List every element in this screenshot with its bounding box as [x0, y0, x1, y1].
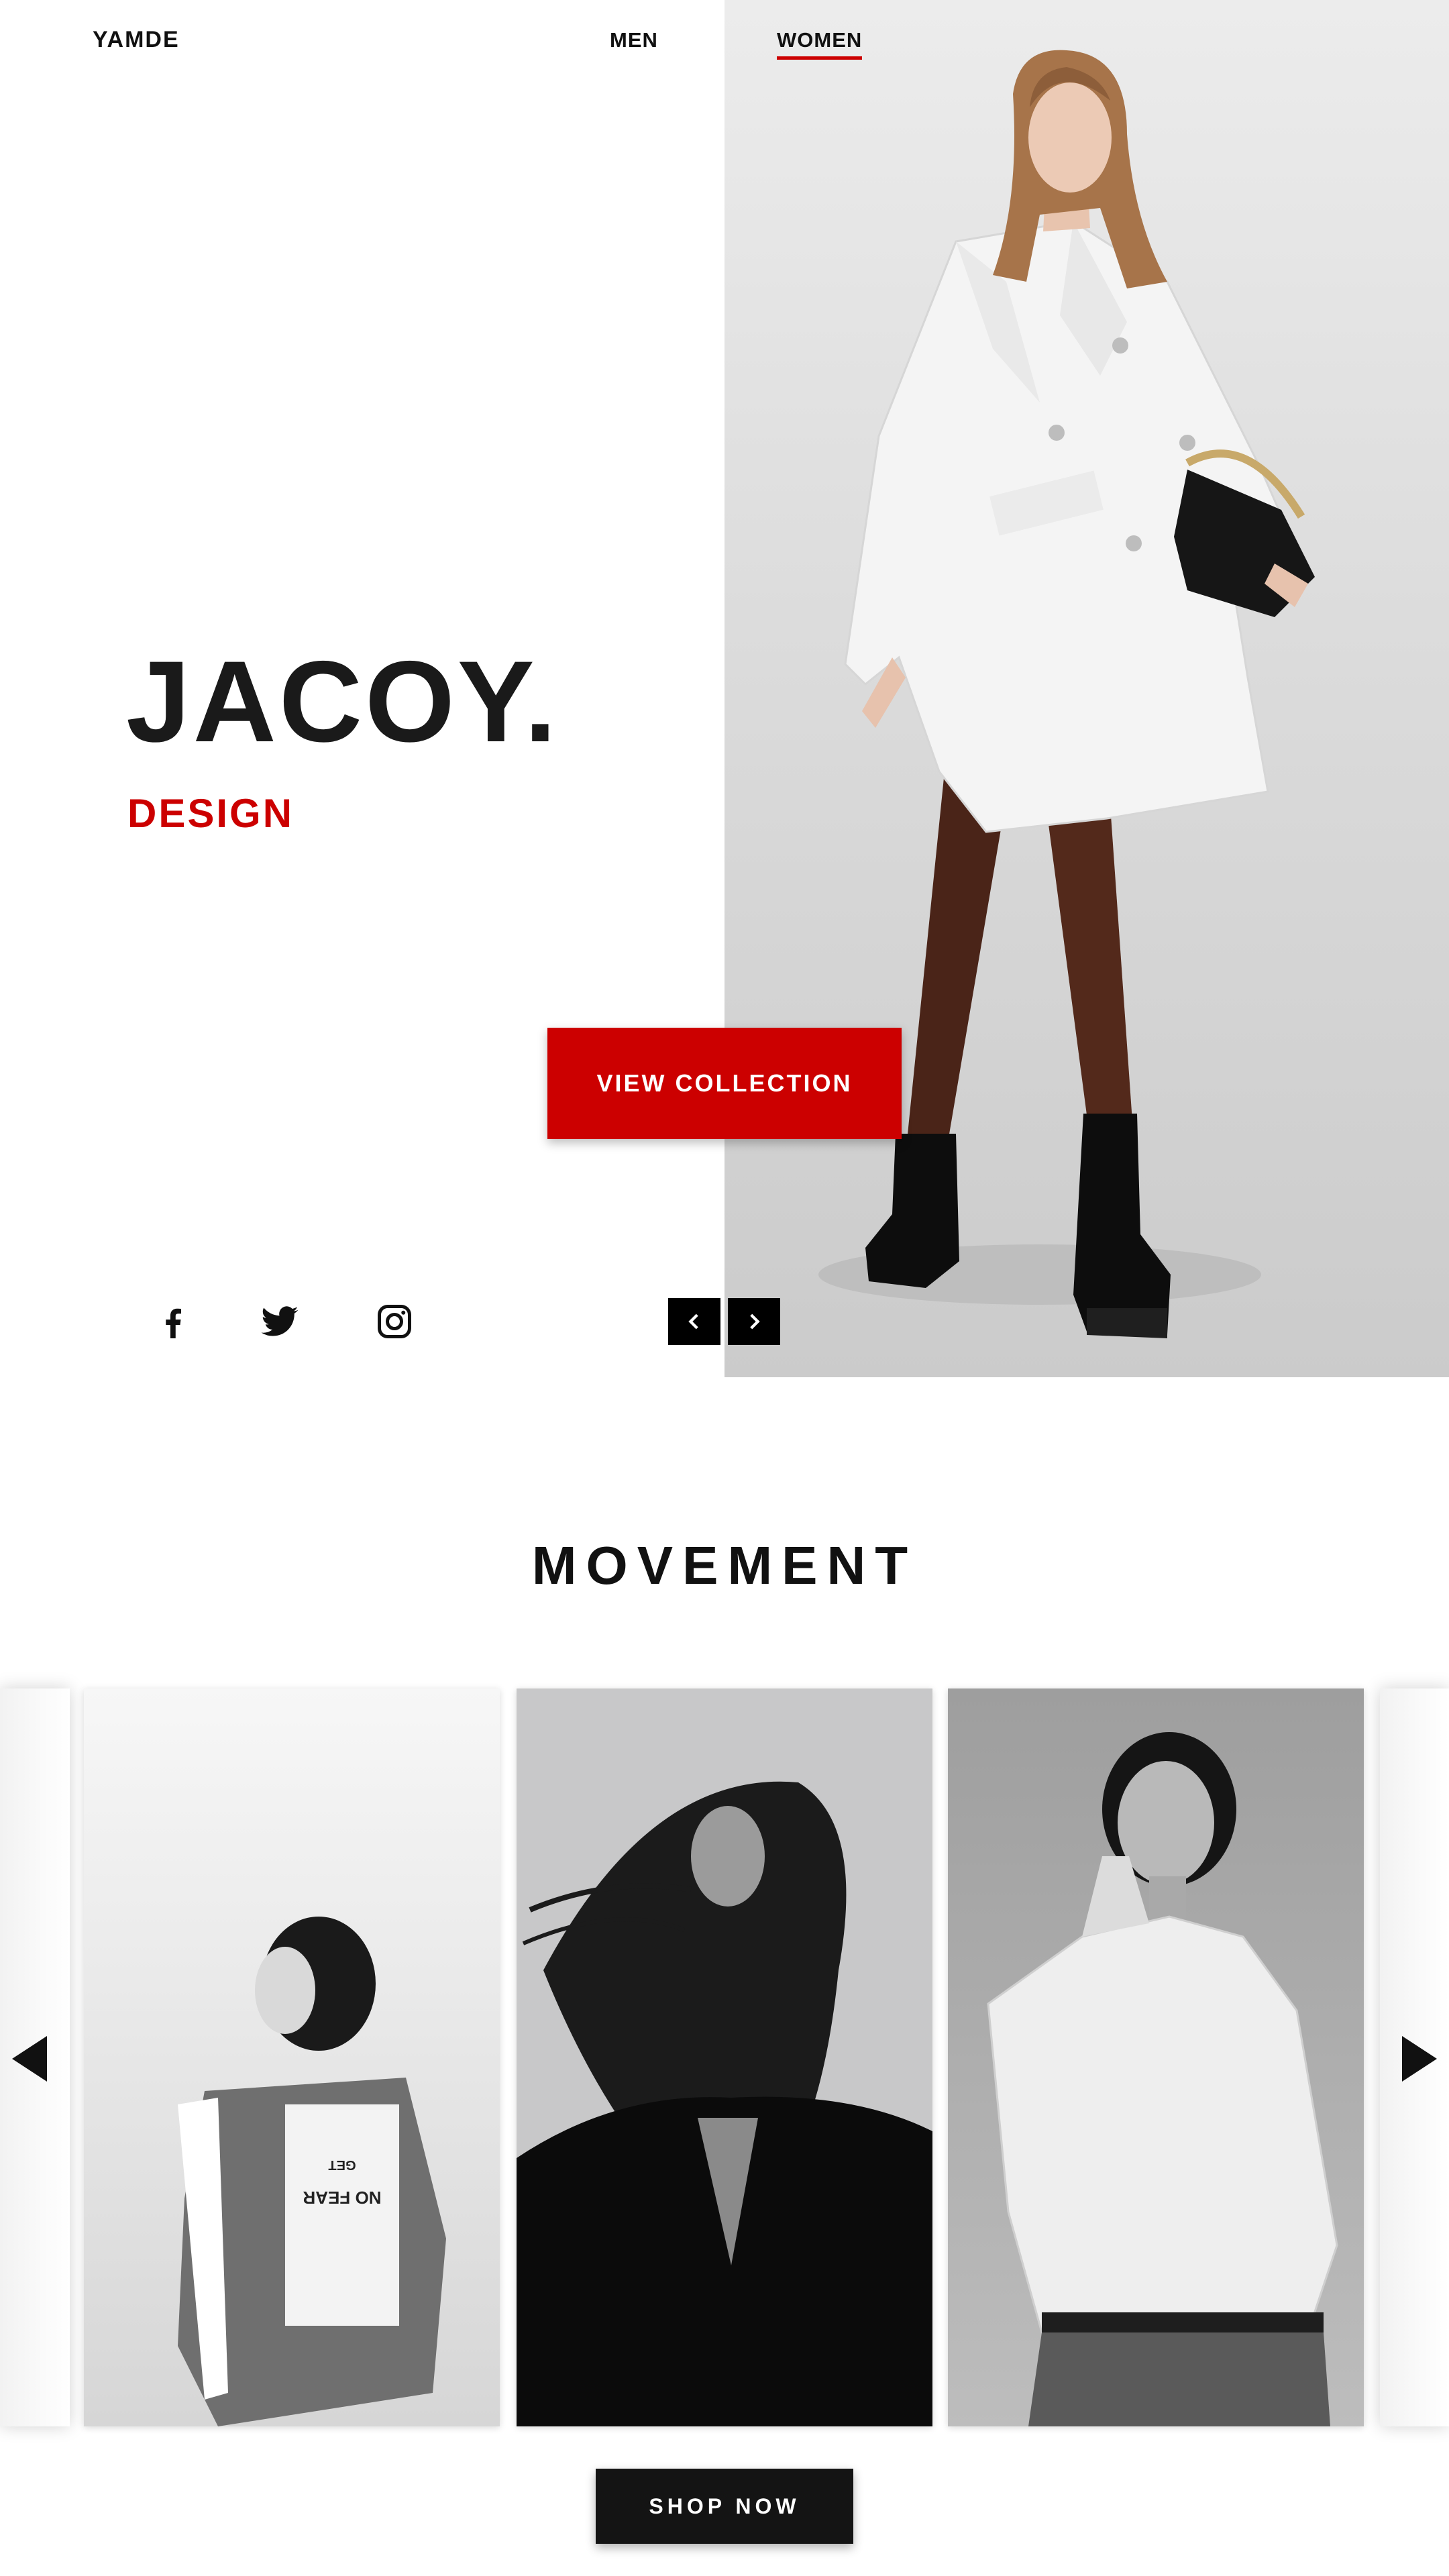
brand-logo[interactable]: YAMDE: [93, 27, 180, 53]
hero-model-photo: [724, 0, 1449, 1377]
movement-title: MOVEMENT: [531, 1536, 918, 1595]
instagram-icon[interactable]: [371, 1298, 418, 1345]
twitter-icon[interactable]: [256, 1298, 303, 1345]
gallery-card-3[interactable]: [948, 1688, 1364, 2426]
hero-prev-button[interactable]: [668, 1298, 720, 1345]
gallery-prev-button[interactable]: [12, 2036, 47, 2082]
nav-item-men[interactable]: MEN: [610, 28, 658, 52]
hero-next-button[interactable]: [728, 1298, 780, 1345]
hero-section: YAMDE MEN WOMEN JACOY. DESIGN VIEW COLLE…: [0, 0, 1449, 1377]
gallery-next-button[interactable]: [1402, 2036, 1437, 2082]
jacket-print-no-fear: NO FEAR: [303, 2188, 381, 2208]
facebook-icon[interactable]: [150, 1298, 197, 1345]
gallery-card-1[interactable]: NO FEAR GET: [84, 1688, 500, 2426]
chevron-right-icon: [750, 1313, 760, 1330]
shop-now-button[interactable]: SHOP NOW: [596, 2469, 853, 2544]
hero-subtitle: DESIGN: [127, 791, 294, 836]
gallery-card-2[interactable]: [517, 1688, 932, 2426]
chevron-left-icon: [688, 1313, 698, 1330]
hero-title: JACOY.: [126, 637, 559, 766]
movement-gallery: NO FEAR GET: [0, 1688, 1449, 2426]
view-collection-button[interactable]: VIEW COLLECTION: [547, 1028, 902, 1139]
jacket-print-get: GET: [328, 2157, 356, 2172]
nav-item-women[interactable]: WOMEN: [777, 28, 863, 60]
